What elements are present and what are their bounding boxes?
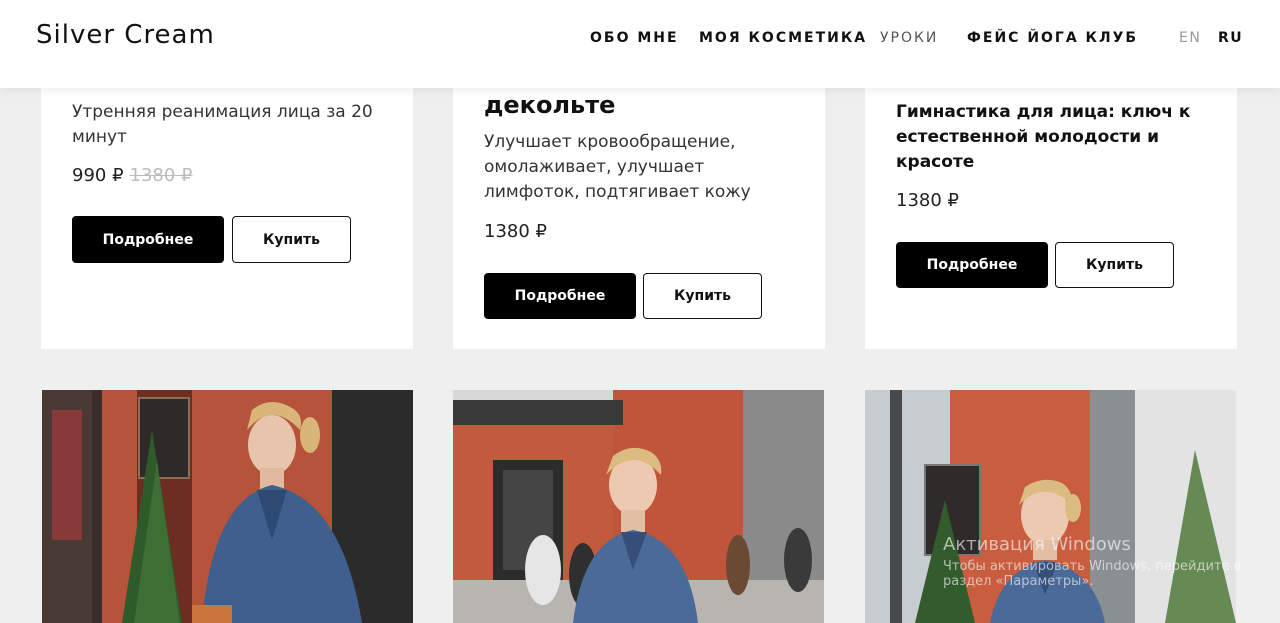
woman-photo-image [453, 390, 824, 623]
lang-ru[interactable]: RU [1218, 30, 1243, 46]
woman-photo-image [42, 390, 413, 623]
card-price: 1380 ₽ [896, 190, 959, 211]
details-button[interactable]: Подробнее [72, 216, 224, 263]
old-price: 1380 ₽ [129, 165, 193, 186]
buy-button[interactable]: Купить [1055, 242, 1174, 288]
product-card: декольте Улучшает кровообращение, омолаж… [453, 60, 825, 349]
woman-photo-image [865, 390, 1236, 623]
product-photo[interactable] [453, 390, 824, 623]
buy-button[interactable]: Купить [232, 216, 351, 263]
card-title: Гимнастика для лица: ключ к естественной… [896, 102, 1191, 172]
product-photo[interactable] [42, 390, 413, 623]
product-photo[interactable] [865, 390, 1236, 623]
card-title: декольте [484, 91, 616, 119]
buy-button[interactable]: Купить [643, 273, 762, 319]
lang-en[interactable]: EN [1179, 30, 1201, 46]
nav-lessons[interactable]: УРОКИ [880, 30, 938, 46]
nav-cosmetics[interactable]: МОЯ КОСМЕТИКА [699, 30, 867, 46]
details-button[interactable]: Подробнее [484, 273, 636, 319]
product-card: Утренняя реанимация лица за 20 минут 990… [41, 60, 413, 349]
card-price: 1380 ₽ [484, 221, 547, 242]
card-price: 990 ₽1380 ₽ [72, 165, 193, 186]
nav-face-yoga-club[interactable]: ФЕЙС ЙОГА КЛУБ [967, 30, 1138, 46]
site-header: Silver Cream ОБО МНЕ МОЯ КОСМЕТИКА УРОКИ… [0, 0, 1280, 88]
current-price: 990 ₽ [72, 165, 124, 186]
site-logo[interactable]: Silver Cream [36, 20, 215, 50]
nav-about[interactable]: ОБО МНЕ [590, 30, 679, 46]
card-description: Улучшает кровообращение, омолаживает, ул… [484, 132, 751, 202]
details-button[interactable]: Подробнее [896, 242, 1048, 288]
product-card: Гимнастика для лица: ключ к естественной… [865, 60, 1237, 349]
card-description: Утренняя реанимация лица за 20 минут [72, 102, 373, 147]
